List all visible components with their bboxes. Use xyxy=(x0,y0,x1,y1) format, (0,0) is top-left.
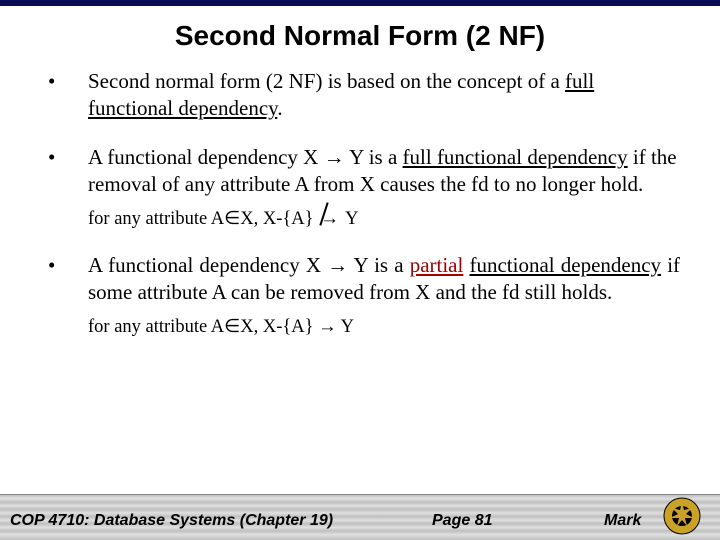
sub-2-mid: X, X-{A} xyxy=(240,209,318,229)
sub-3-pre: for any attribute A xyxy=(88,317,224,337)
slide: Second Normal Form (2 NF) Second normal … xyxy=(0,0,720,540)
bullet-1-pre: Second normal form (2 NF) is based on th… xyxy=(88,69,565,93)
ucf-logo-icon xyxy=(662,496,702,536)
footer-page: Page 81 xyxy=(432,512,492,530)
footer-bar: COP 4710: Database Systems (Chapter 19) … xyxy=(0,494,720,540)
bullet-3-pre: A functional dependency X xyxy=(88,253,327,277)
bullet-list: Second normal form (2 NF) is based on th… xyxy=(40,68,680,198)
footer-course: COP 4710: Database Systems (Chapter 19) xyxy=(10,512,333,530)
footer-name: Mark xyxy=(604,512,641,530)
bullet-list-2: A functional dependency X → Y is a parti… xyxy=(40,252,680,306)
sub-2: for any attribute A∈X, X-{A} → Y xyxy=(88,208,680,231)
bullet-3-underline: functional dependency xyxy=(469,253,661,277)
sub-2-post: Y xyxy=(341,209,358,229)
bullet-2: A functional dependency X → Y is a full … xyxy=(40,144,680,198)
bullet-3: A functional dependency X → Y is a parti… xyxy=(40,252,680,306)
arrow-icon: → xyxy=(327,253,348,277)
element-of-icon: ∈ xyxy=(224,317,240,337)
slide-title: Second Normal Form (2 NF) xyxy=(0,6,720,58)
sub-3-post: Y xyxy=(337,317,354,337)
bullet-3-red: partial xyxy=(410,253,464,277)
bullet-1-post: . xyxy=(277,96,282,120)
sub-3-mid: X, X-{A} xyxy=(240,317,318,337)
bullet-3-mid1: Y is a xyxy=(348,253,410,277)
slide-content: Second normal form (2 NF) is based on th… xyxy=(0,58,720,338)
sub-2-pre: for any attribute A xyxy=(88,209,224,229)
bullet-1: Second normal form (2 NF) is based on th… xyxy=(40,68,680,122)
not-arrow-icon: → xyxy=(320,208,339,230)
element-of-icon: ∈ xyxy=(224,209,240,229)
arrow-icon: → xyxy=(318,317,337,337)
bullet-2-mid: Y is a xyxy=(345,145,403,169)
bullet-2-underline: full functional dependency xyxy=(403,145,628,169)
bullet-2-pre: A functional dependency X xyxy=(88,145,324,169)
arrow-icon: → xyxy=(324,145,345,169)
sub-3: for any attribute A∈X, X-{A} → Y xyxy=(88,316,680,338)
